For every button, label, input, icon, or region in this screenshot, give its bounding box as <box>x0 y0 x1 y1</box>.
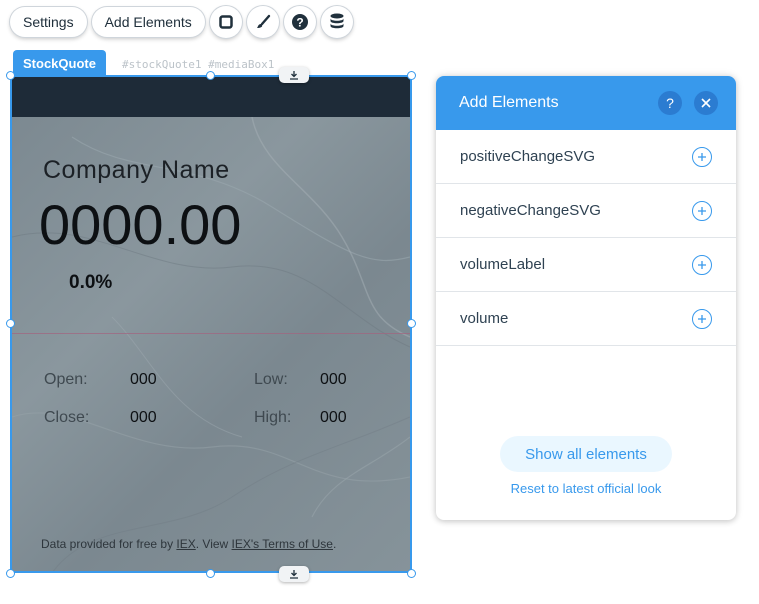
help-icon: ? <box>666 95 674 111</box>
component-tag[interactable]: StockQuote <box>13 50 106 76</box>
add-element-button[interactable] <box>692 254 712 275</box>
panel-header: Add Elements ? <box>436 76 736 130</box>
widget-background <box>12 117 410 571</box>
panel-help-button[interactable]: ? <box>658 91 682 115</box>
paintbrush-icon <box>256 14 270 28</box>
add-element-button[interactable] <box>692 146 712 167</box>
high-value: 000 <box>320 409 347 426</box>
panel-title: Add Elements <box>459 94 559 111</box>
element-label: positiveChangeSVG <box>460 148 596 165</box>
attribution-suffix: . <box>332 537 337 551</box>
plus-icon <box>698 206 706 215</box>
square-icon <box>219 15 233 29</box>
data-attribution: Data provided for free by IEX. View IEX'… <box>41 537 336 551</box>
resize-handle-bottom-left[interactable] <box>6 569 15 578</box>
open-value: 000 <box>130 371 157 388</box>
help-circle-icon: ? <box>291 14 308 30</box>
add-element-button[interactable] <box>692 200 712 221</box>
open-label: Open: <box>44 371 88 388</box>
element-row-negativechangesvg[interactable]: negativeChangeSVG <box>436 184 736 238</box>
plus-icon <box>698 314 706 323</box>
close-icon <box>701 98 711 108</box>
element-label: volumeLabel <box>460 256 546 273</box>
marble-texture <box>12 117 410 571</box>
element-row-volumelabel[interactable]: volumeLabel <box>436 238 736 292</box>
add-element-button[interactable] <box>692 308 712 329</box>
panel-close-button[interactable] <box>694 91 718 115</box>
database-icon <box>330 13 344 29</box>
close-value: 000 <box>130 409 157 426</box>
low-label: Low: <box>254 371 288 388</box>
plus-icon <box>698 260 706 269</box>
iex-link[interactable]: IEX <box>176 537 195 551</box>
plus-icon <box>698 152 706 161</box>
download-icon <box>290 570 298 579</box>
element-label: negativeChangeSVG <box>460 202 601 219</box>
element-row-positivechangesvg[interactable]: positiveChangeSVG <box>436 130 736 184</box>
data-button[interactable] <box>320 6 353 38</box>
add-elements-panel: Add Elements ? positiveChangeSVG negativ… <box>436 76 736 520</box>
resize-handle-bottom[interactable] <box>206 569 215 578</box>
layout-button[interactable] <box>209 6 242 38</box>
element-label: volume <box>460 310 509 327</box>
widget-header-bar <box>12 77 410 117</box>
download-icon <box>290 71 298 80</box>
stock-price: 0000.00 <box>39 193 242 256</box>
resize-handle-top[interactable] <box>206 71 215 80</box>
stretch-top-button[interactable] <box>279 67 309 83</box>
resize-handle-left[interactable] <box>6 319 15 328</box>
high-label: High: <box>254 409 292 426</box>
reset-look-link[interactable]: Reset to latest official look <box>436 481 736 496</box>
stretch-bottom-button[interactable] <box>279 566 309 582</box>
section-divider <box>12 333 410 334</box>
resize-handle-bottom-right[interactable] <box>407 569 416 578</box>
close-label: Close: <box>44 409 90 426</box>
attribution-mid: . View <box>195 537 232 551</box>
editor-toolbar: Settings Add Elements ? <box>10 6 353 38</box>
change-percent: 0.0% <box>69 272 113 293</box>
show-all-elements-button[interactable]: Show all elements <box>500 436 672 472</box>
design-button[interactable] <box>246 6 279 38</box>
attribution-prefix: Data provided for free by <box>41 537 177 551</box>
stock-quote-widget[interactable] <box>10 75 412 573</box>
iex-terms-link[interactable]: IEX's Terms of Use <box>232 537 333 551</box>
resize-handle-right[interactable] <box>407 319 416 328</box>
add-elements-button[interactable]: Add Elements <box>91 7 205 37</box>
element-row-volume[interactable]: volume <box>436 292 736 346</box>
low-value: 000 <box>320 371 347 388</box>
settings-button[interactable]: Settings <box>10 7 87 37</box>
resize-handle-top-left[interactable] <box>6 71 15 80</box>
help-button[interactable]: ? <box>283 6 316 38</box>
svg-text:?: ? <box>296 16 303 30</box>
resize-handle-top-right[interactable] <box>407 71 416 80</box>
component-ids: #stockQuote1 #mediaBox1 <box>122 58 275 71</box>
company-name: Company Name <box>43 156 230 184</box>
